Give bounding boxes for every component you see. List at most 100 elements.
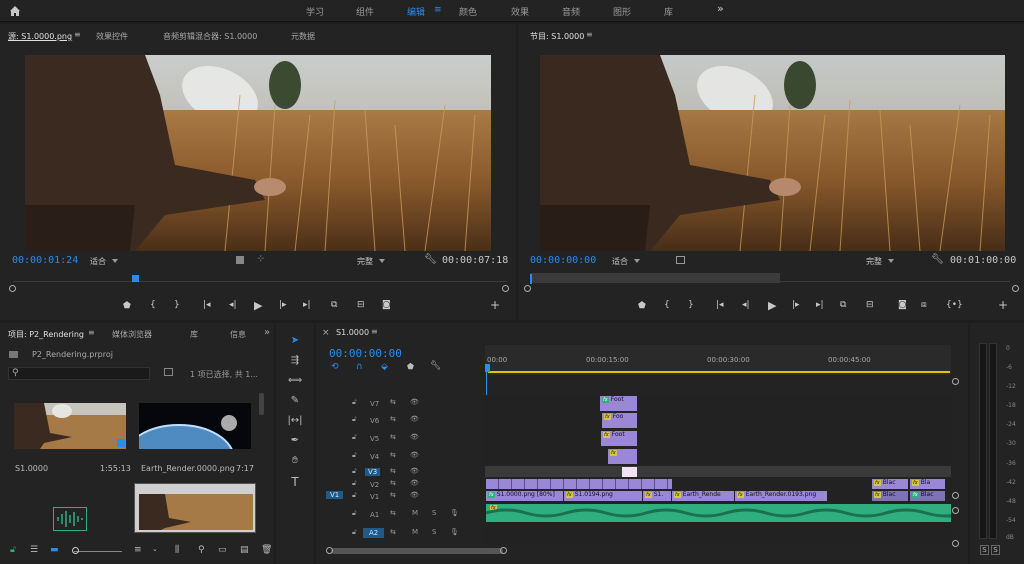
track-header-v6[interactable]: 🔓︎ V6 ⇆ 👁︎ (318, 415, 485, 427)
project-item-thumb-wheat[interactable] (134, 483, 256, 533)
export-frame-icon[interactable]: ◙ (382, 300, 391, 310)
project-scrollbar[interactable] (259, 393, 264, 415)
panel-menu-icon[interactable]: ≡ (371, 327, 378, 336)
lock-icon[interactable]: 🔓︎ (352, 451, 357, 460)
sync-lock-icon[interactable]: ⇆ (390, 467, 396, 475)
go-to-in-icon[interactable]: |◂ (203, 300, 211, 310)
eye-icon[interactable]: 👁︎ (410, 467, 419, 475)
razor-tool-icon[interactable]: ✎ (287, 395, 303, 409)
lock-icon[interactable]: 🔓︎ (352, 491, 357, 500)
sync-lock-icon[interactable]: ⇆ (390, 491, 396, 499)
eye-icon[interactable]: 👁︎ (410, 451, 419, 459)
timeline-clip[interactable]: fx Blac (872, 491, 908, 501)
solo-button[interactable]: S (432, 528, 436, 536)
type-tool-icon[interactable]: T (287, 475, 303, 489)
program-scrub-bar[interactable] (530, 273, 780, 283)
tab-metadata[interactable]: 元数据 (291, 31, 315, 42)
snap-settings-icon[interactable]: ⊹ (257, 254, 265, 264)
sync-lock-icon[interactable]: ⇆ (390, 451, 396, 459)
source-fit-dropdown[interactable]: 适合 (90, 256, 118, 267)
button-editor-plus-icon[interactable]: + (490, 298, 500, 312)
nest-icon[interactable]: ⟲ (331, 362, 339, 372)
workspace-tab-editing[interactable]: 编辑 (407, 5, 425, 18)
timeline-clip[interactable]: fx S1.0194.png (564, 491, 642, 501)
timeline-clip[interactable]: fx Blac (872, 479, 908, 489)
scrub-zoom-handle-left[interactable] (524, 285, 531, 292)
program-playhead[interactable] (530, 274, 532, 284)
mark-in-icon[interactable]: { (150, 300, 156, 310)
chevron-down-icon[interactable]: ⌄ (152, 545, 158, 553)
sync-lock-icon[interactable]: ⇆ (390, 398, 396, 406)
track-header-v5[interactable]: 🔓︎ V5 ⇆ 👁︎ (318, 433, 485, 445)
ripple-edit-tool-icon[interactable]: ⟺ (287, 375, 303, 389)
sync-lock-icon[interactable]: ⇆ (390, 415, 396, 423)
program-video-frame[interactable] (540, 55, 1005, 251)
program-fit-dropdown[interactable]: 适合 (612, 256, 640, 267)
source-timecode-in[interactable]: 00:00:01:24 (12, 255, 78, 266)
source-video-frame[interactable] (25, 55, 491, 251)
lock-icon[interactable]: 🔓︎ (352, 509, 357, 518)
snap-magnet-icon[interactable]: ∩ (356, 362, 363, 372)
timeline-clip[interactable]: fx Bla (910, 479, 945, 489)
eye-icon[interactable]: 👁︎ (410, 433, 419, 441)
timeline-settings-wrench-icon[interactable]: 🔧︎ (430, 361, 441, 371)
work-area-bar[interactable] (488, 371, 950, 373)
sort-icon[interactable]: ≡ (134, 545, 142, 555)
timeline-clip[interactable]: fx S1.0000.png [80%] (486, 491, 563, 501)
selection-tool-icon[interactable]: ➤ (287, 335, 303, 349)
tab-effect-controls[interactable]: 效果控件 (96, 31, 128, 42)
trim-icon[interactable]: {•} (946, 300, 963, 310)
go-to-in-icon[interactable]: |◂ (716, 300, 724, 310)
mute-button[interactable]: M (412, 509, 418, 517)
workspace-tab-learn[interactable]: 学习 (306, 5, 324, 18)
eye-icon[interactable]: 👁︎ (410, 479, 419, 487)
lock-icon[interactable]: 🔓︎ (352, 467, 357, 476)
microphone-icon[interactable]: 🎙︎ (450, 509, 459, 517)
hand-tool-icon[interactable]: ✋︎ (287, 455, 303, 469)
insert-icon[interactable]: ⧉ (331, 300, 337, 310)
tab-program[interactable]: 节目: S1.0000 (530, 31, 584, 42)
mark-out-icon[interactable]: } (174, 300, 180, 310)
mark-in-icon[interactable]: { (664, 300, 670, 310)
workspace-tab-assembly[interactable]: 组件 (356, 5, 374, 18)
zoom-slider-handle[interactable] (72, 547, 79, 554)
icon-view-icon[interactable]: ▬ (50, 545, 59, 555)
timeline-clip[interactable] (486, 479, 672, 489)
timeline-tab-title[interactable]: S1.0000 (336, 328, 369, 337)
source-patch-v1[interactable]: V1 (326, 491, 344, 499)
panel-menu-icon[interactable]: ≡ (88, 328, 95, 337)
export-frame-icon[interactable]: ◙ (898, 300, 907, 310)
step-forward-icon[interactable]: |▸ (792, 300, 800, 310)
timeline-v-scroll[interactable] (952, 507, 959, 514)
eye-icon[interactable]: 👁︎ (410, 491, 419, 499)
extract-icon[interactable]: ⊟ (866, 300, 874, 310)
sync-lock-icon[interactable]: ⇆ (390, 479, 396, 487)
timeline-h-scroll-right[interactable] (500, 547, 507, 554)
play-icon[interactable]: ▶ (254, 299, 262, 312)
mute-button[interactable]: M (412, 528, 418, 536)
workspace-tab-libraries[interactable]: 库 (664, 5, 673, 18)
tab-source[interactable]: 源: S1.0000.png (8, 31, 72, 42)
timeline-clip[interactable]: fx Foot (601, 431, 637, 446)
workspace-tab-graphics[interactable]: 图形 (613, 5, 631, 18)
source-quality-dropdown[interactable]: 完整 (357, 256, 385, 267)
project-item-thumb-s1[interactable] (14, 403, 126, 449)
lock-icon[interactable]: 🔓︎ (352, 528, 357, 537)
scrub-zoom-handle-right[interactable] (1012, 285, 1019, 292)
tab-media-browser[interactable]: 媒体浏览器 (112, 329, 152, 340)
meter-solo-button[interactable]: S (991, 545, 1000, 555)
lock-icon[interactable]: 🔓︎ (10, 545, 16, 555)
timeline-clip[interactable]: fx Foo (602, 413, 637, 428)
linked-selection-icon[interactable]: ⬙ (381, 362, 388, 372)
program-quality-dropdown[interactable]: 完整 (866, 256, 894, 267)
track-header-v2[interactable]: 🔓︎ V2 ⇆ 👁︎ (318, 479, 485, 491)
workspace-tab-effects[interactable]: 效果 (511, 5, 529, 18)
meter-solo-button[interactable]: S (980, 545, 989, 555)
track-header-a2[interactable]: 🔓︎ A2 ⇆ M S 🎙︎ (318, 528, 485, 540)
scrub-zoom-handle-left[interactable] (9, 285, 16, 292)
track-header-a1[interactable]: 🔓︎ A1 ⇆ M S 🎙︎ (318, 509, 485, 521)
workspace-overflow-button[interactable]: » (717, 2, 724, 15)
step-forward-icon[interactable]: |▸ (279, 300, 287, 310)
add-marker-icon[interactable]: ⬟ (407, 362, 414, 371)
go-to-out-icon[interactable]: ▸| (816, 300, 824, 310)
